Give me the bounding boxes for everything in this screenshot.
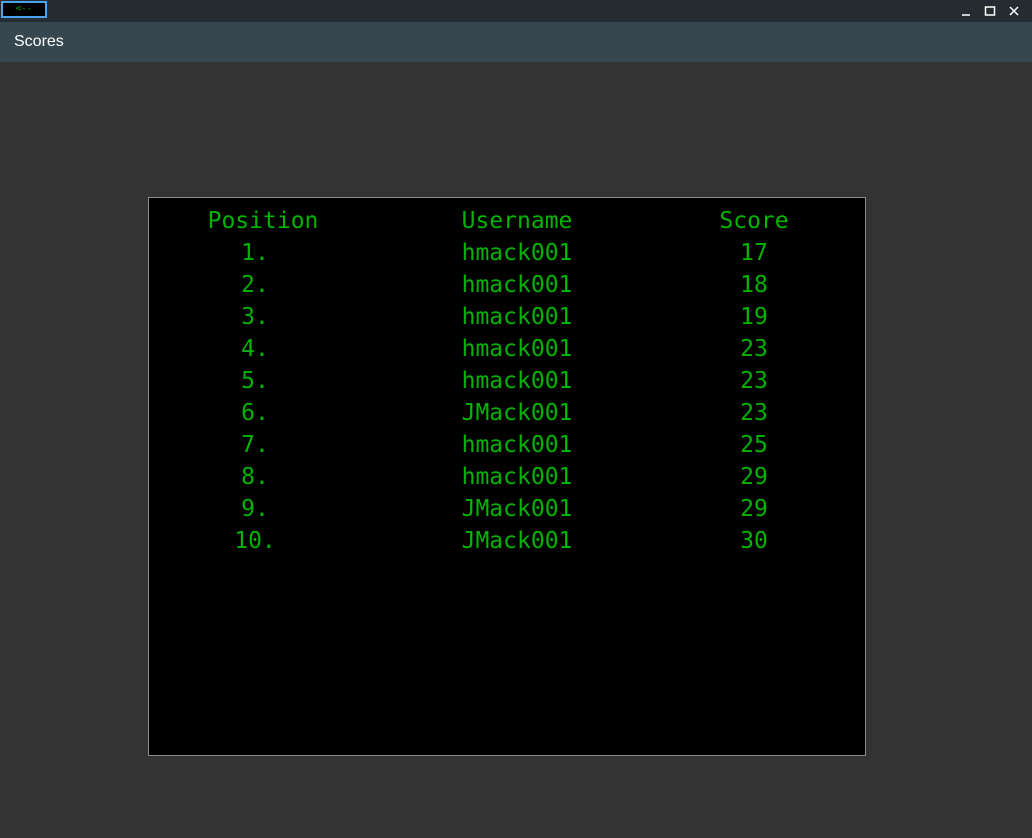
maximize-icon [984, 6, 996, 16]
row-position: 7. [241, 432, 269, 458]
row-position: 4. [241, 336, 269, 362]
row-position: 10. [234, 528, 276, 554]
scoreboard-panel: Position Username Score 1. hmack001 17 2. hm… [148, 197, 866, 756]
window-controls [954, 0, 1026, 22]
row-username: hmack001 [461, 272, 573, 298]
header-username: Username [461, 208, 573, 234]
row-username: hmack001 [461, 240, 573, 266]
row-score: 30 [740, 528, 768, 554]
row-position: 2. [241, 272, 269, 298]
row-position: 3. [241, 304, 269, 330]
row-username: JMack001 [461, 528, 573, 554]
row-username: JMack001 [461, 496, 573, 522]
page-title: Scores [14, 33, 64, 50]
app-bar: Scores [0, 22, 1032, 63]
header-score: Score [719, 208, 789, 234]
row-score: 29 [740, 464, 768, 490]
row-score: 23 [740, 400, 768, 426]
window-titlebar: <-- [0, 0, 1032, 22]
maximize-button[interactable] [978, 0, 1002, 22]
row-score: 19 [740, 304, 768, 330]
row-username: hmack001 [461, 464, 573, 490]
row-score: 25 [740, 432, 768, 458]
row-score: 23 [740, 368, 768, 394]
row-position: 5. [241, 368, 269, 394]
row-username: hmack001 [461, 432, 573, 458]
close-icon [1009, 6, 1019, 16]
row-username: hmack001 [461, 336, 573, 362]
header-position: Position [207, 208, 319, 234]
minimize-icon [962, 14, 970, 16]
row-username: JMack001 [461, 400, 573, 426]
row-position: 8. [241, 464, 269, 490]
back-button[interactable]: <-- [1, 1, 47, 18]
row-score: 18 [740, 272, 768, 298]
row-username: hmack001 [461, 304, 573, 330]
close-button[interactable] [1002, 0, 1026, 22]
row-score: 17 [740, 240, 768, 266]
row-position: 1. [241, 240, 269, 266]
row-score: 29 [740, 496, 768, 522]
row-position: 9. [241, 496, 269, 522]
row-username: hmack001 [461, 368, 573, 394]
row-score: 23 [740, 336, 768, 362]
row-position: 6. [241, 400, 269, 426]
minimize-button[interactable] [954, 0, 978, 22]
